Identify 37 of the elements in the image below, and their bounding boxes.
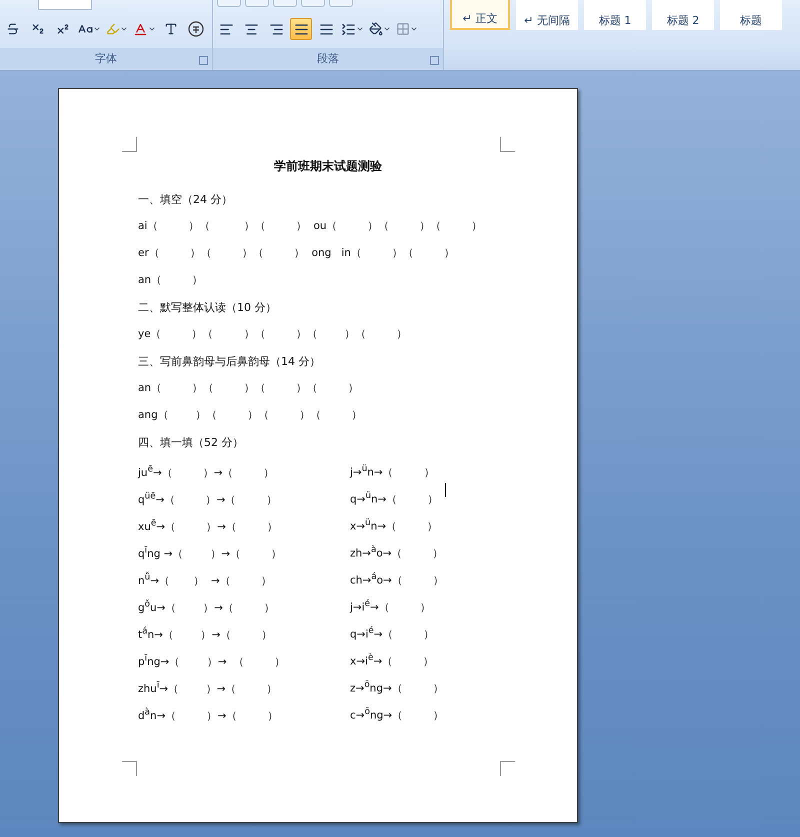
- exercise-line: x→i$^{è}$→（ ）: [350, 652, 434, 670]
- exercise-line: j→$^{ü}$n→（ ）: [350, 463, 435, 480]
- exercise-line: er（ ）（ ）（ ） ong in（ ）（ ）: [138, 246, 455, 261]
- exercise-line: ye（ ）（ ）（ ）（ ）（ ）: [138, 327, 408, 342]
- exercise-line: x→$^{ü}$n→（ ）: [350, 517, 438, 534]
- exercise-line: an（ ）: [138, 273, 204, 288]
- exercise-line: g$^{ǒ}$u→（ ）→（ ）: [138, 602, 276, 614]
- exercise-line: ai（ ）（ ）（ ） ou（ ）（ ）（ ）: [138, 219, 483, 234]
- style-tile[interactable]: 标题 2: [652, 0, 714, 30]
- document-title: 学前班期末试题测验: [274, 159, 382, 173]
- group-label: 段落: [213, 48, 443, 68]
- exercise-line: p$^{ī}$ng→（ ）→ （ ）: [138, 656, 286, 668]
- style-tile[interactable]: ↵ 正文: [450, 0, 510, 30]
- exercise-line: q$^{üē}$→（ ）→（ ）: [138, 494, 278, 506]
- exercise-line: z→$^{ō}$ng→（ ）: [350, 679, 444, 696]
- section-heading: 一、填空（24 分）: [138, 192, 232, 208]
- style-tile[interactable]: 标题: [720, 0, 782, 30]
- exercise-line: an（ ）（ ）（ ）（ ）: [138, 381, 360, 396]
- exercise-line: j→i$^{é}$→（ ）: [350, 598, 431, 616]
- exercise-line: q$^{ī}$ng →（ ）→（ ）: [138, 548, 282, 560]
- section-heading: 二、默写整体认读（10 分）: [138, 300, 276, 316]
- exercise-line: zhu$^{ī}$→（ ）→（ ）: [138, 682, 278, 694]
- section-heading: 三、写前鼻韵母与后鼻韵母（14 分）: [138, 354, 320, 370]
- style-tile[interactable]: ↵ 无间隔: [516, 0, 578, 30]
- section-heading: 四、填一填（52 分）: [138, 435, 244, 451]
- exercise-line: zh→$^{à}$o→（ ）: [350, 544, 444, 562]
- exercise-line: d$^{à}$n→（ ）→（ ）: [138, 710, 278, 722]
- exercise-line: ju$^{ē}$→（ ）→（ ）: [138, 466, 275, 478]
- exercise-line: ang（ ）（ ）（ ）（ ）: [138, 408, 363, 423]
- group-label: 字体: [0, 48, 212, 68]
- exercise-line: q→$^{ü}$n→（ ）: [350, 490, 439, 508]
- exercise-line: c→$^{ō}$ng→（ ）: [350, 706, 444, 724]
- style-tile[interactable]: 标题 1: [584, 0, 646, 30]
- exercise-line: ch→$^{á}$o→（ ）: [350, 571, 444, 588]
- exercise-line: q→i$^{é}$→（ ）: [350, 625, 435, 642]
- exercise-line: t$^{á}$n→（ ）→（ ）: [138, 628, 272, 640]
- exercise-line: xu$^{ē}$→（ ）→（ ）: [138, 520, 278, 532]
